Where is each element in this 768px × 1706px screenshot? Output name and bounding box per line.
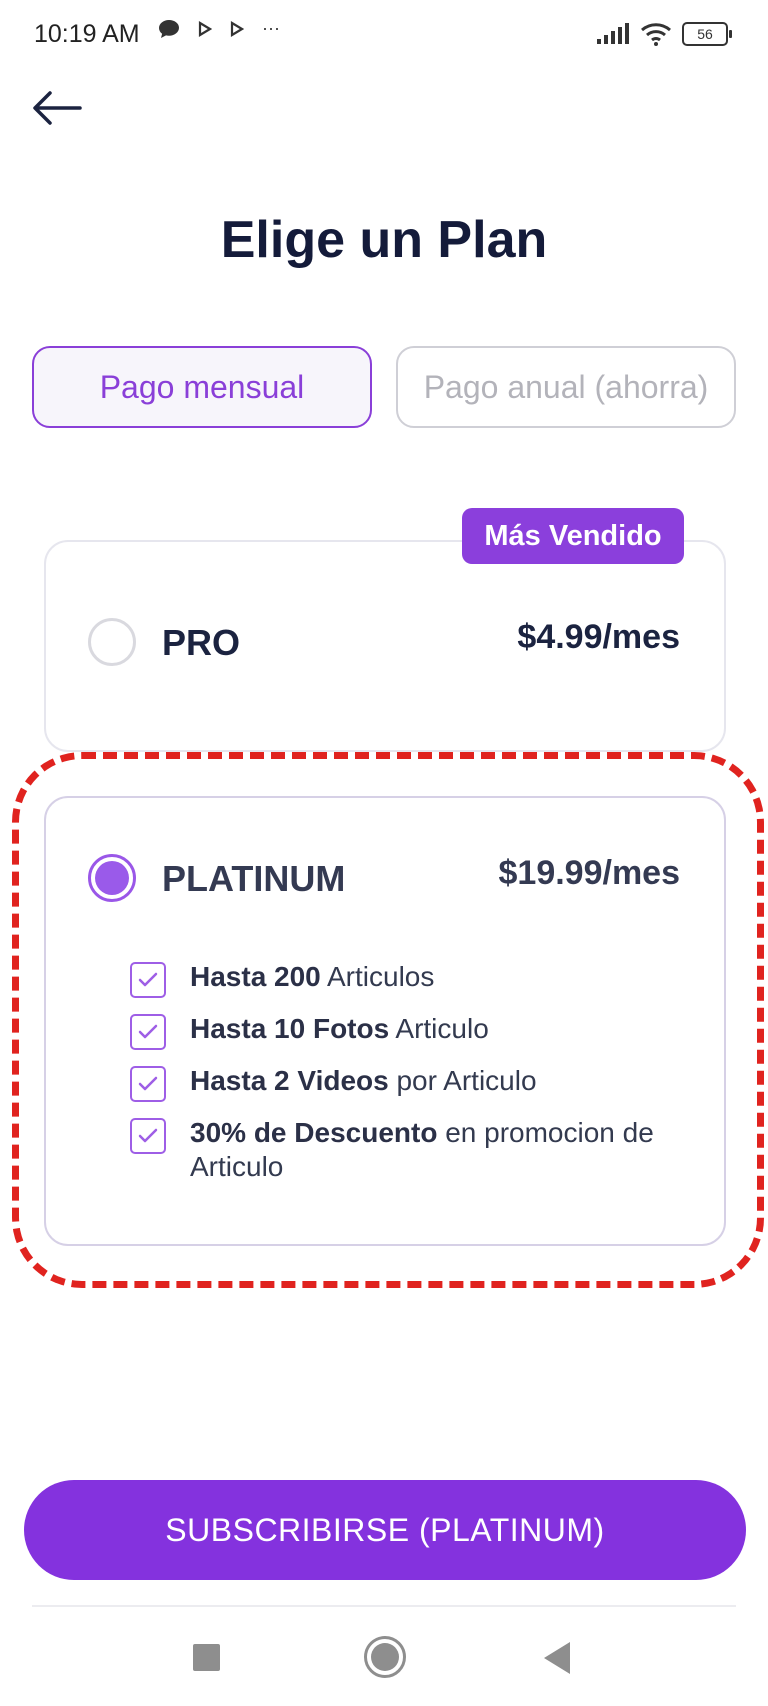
radio-pro[interactable] <box>88 618 136 666</box>
play-icon <box>230 20 244 37</box>
plan-name-pro: PRO <box>162 622 241 663</box>
highlight-outline <box>12 752 764 1288</box>
signal-icon <box>597 23 629 44</box>
subscribe-button[interactable]: SUBSCRIBIRSE (PLATINUM) <box>24 1480 746 1580</box>
page-title: Elige un Plan <box>220 211 548 269</box>
divider <box>32 1605 736 1607</box>
notification-icons: ··· <box>158 18 280 39</box>
plan-price-pro: $4.99/mes <box>517 618 680 656</box>
chat-bubble-icon <box>159 19 179 38</box>
arrow-left-icon <box>33 91 82 125</box>
tab-monthly-payment[interactable]: Pago mensual <box>32 346 372 428</box>
battery-icon: 56 <box>682 22 732 46</box>
status-time: 10:19 AM <box>34 20 140 48</box>
nav-back-icon[interactable] <box>544 1642 570 1674</box>
back-button[interactable] <box>30 88 84 128</box>
home-icon[interactable] <box>364 1636 406 1678</box>
tab-annual-payment[interactable]: Pago anual (ahorra) <box>396 346 736 428</box>
best-seller-badge: Más Vendido <box>462 508 684 564</box>
wifi-icon <box>641 23 671 46</box>
status-right: 56 <box>596 22 732 46</box>
play-icon <box>198 20 212 37</box>
more-dots-icon: ··· <box>262 18 280 38</box>
recent-apps-icon[interactable] <box>193 1644 220 1671</box>
